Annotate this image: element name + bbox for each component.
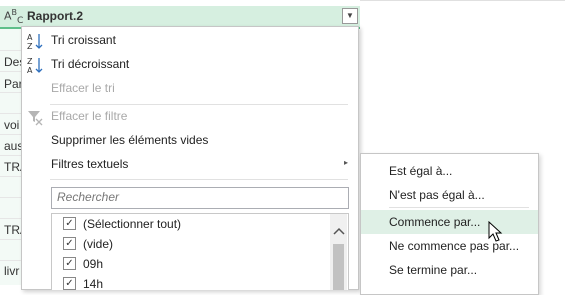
menu-item-label: Tri décroissant — [51, 57, 130, 71]
submenu-item-not-begins-with[interactable]: Ne commence pas par... — [361, 234, 538, 258]
list-item-label: 14h — [83, 277, 104, 290]
search-box[interactable] — [51, 187, 349, 209]
row-divider — [0, 218, 22, 219]
checkbox[interactable]: ✓ — [63, 237, 76, 250]
text-type-icon[interactable]: ABC — [4, 8, 23, 26]
list-item[interactable]: ✓ (vide) — [52, 234, 328, 254]
menu-item-text-filters[interactable]: Filtres textuels ▸ — [22, 154, 358, 176]
values-list: ✓ (Sélectionner tout) ✓ (vide) ✓ 09h ✓ 1… — [51, 213, 349, 290]
submenu-item-label: Commence par... — [389, 215, 481, 229]
list-item-label: (Sélectionner tout) — [83, 217, 182, 231]
submenu-separator — [389, 207, 529, 208]
checkbox[interactable]: ✓ — [63, 277, 76, 290]
menu-item-clear-sort: Effacer le tri — [22, 78, 358, 100]
row-divider — [0, 155, 22, 156]
menu-item-remove-empty[interactable]: Supprimer les éléments vides — [22, 130, 358, 152]
svg-text:Z: Z — [27, 57, 33, 66]
row-divider — [0, 176, 22, 177]
menu-item-clear-filter: Effacer le filtre — [22, 106, 358, 128]
svg-text:A: A — [27, 66, 33, 74]
svg-text:Z: Z — [27, 42, 33, 50]
row-divider — [0, 197, 22, 198]
row-divider — [0, 134, 22, 135]
checkbox[interactable]: ✓ — [63, 257, 76, 270]
grid-empty-area — [360, 0, 565, 29]
menu-separator — [50, 179, 348, 180]
menu-item-label: Effacer le filtre — [51, 109, 128, 123]
row-divider — [0, 50, 22, 51]
text-filters-submenu: Est égal à... N'est pas égal à... Commen… — [360, 153, 539, 295]
filter-dropdown-button[interactable]: ▼ — [342, 8, 358, 24]
menu-item-label: Filtres textuels — [51, 157, 129, 171]
scroll-up-icon[interactable] — [330, 226, 347, 240]
sort-ascending-icon: A Z — [26, 32, 44, 51]
submenu-item-label: Se termine par... — [389, 263, 478, 277]
list-item[interactable]: ✓ (Sélectionner tout) — [52, 214, 328, 234]
submenu-item-equals[interactable]: Est égal à... — [361, 159, 538, 183]
submenu-item-begins-with[interactable]: Commence par... — [361, 210, 538, 234]
clear-filter-icon — [26, 108, 44, 126]
submenu-item-not-equals[interactable]: N'est pas égal à... — [361, 183, 538, 207]
filter-menu: A Z Tri croissant Z A Tri décroissant Ef… — [21, 26, 359, 290]
list-item[interactable]: ✓ 14h — [52, 274, 328, 290]
row-divider — [0, 260, 22, 261]
menu-item-sort-ascending[interactable]: A Z Tri croissant — [22, 30, 358, 52]
svg-text:A: A — [27, 33, 33, 42]
menu-item-label: Supprimer les éléments vides — [51, 133, 209, 147]
menu-item-label: Tri croissant — [51, 33, 116, 47]
menu-item-sort-descending[interactable]: Z A Tri décroissant — [22, 54, 358, 76]
list-item-label: 09h — [83, 257, 104, 271]
submenu-arrow-icon: ▸ — [344, 158, 349, 167]
sort-descending-icon: Z A — [26, 56, 44, 75]
row-divider — [0, 92, 22, 93]
scroll-thumb[interactable] — [333, 244, 344, 290]
submenu-item-label: N'est pas égal à... — [389, 188, 485, 202]
menu-separator — [50, 104, 348, 105]
list-item-label: (vide) — [83, 237, 114, 251]
list-item[interactable]: ✓ 09h — [52, 254, 328, 274]
list-scrollbar[interactable] — [330, 214, 347, 290]
checkbox[interactable]: ✓ — [63, 217, 76, 230]
search-input[interactable] — [52, 188, 348, 206]
row-divider — [0, 239, 22, 240]
column-title: Rapport.2 — [27, 9, 84, 23]
menu-item-label: Effacer le tri — [51, 81, 115, 95]
row-divider — [0, 71, 22, 72]
submenu-item-ends-with[interactable]: Se termine par... — [361, 258, 538, 282]
submenu-item-label: Est égal à... — [389, 164, 453, 178]
mouse-pointer-icon — [488, 220, 504, 243]
row-divider — [0, 113, 22, 114]
